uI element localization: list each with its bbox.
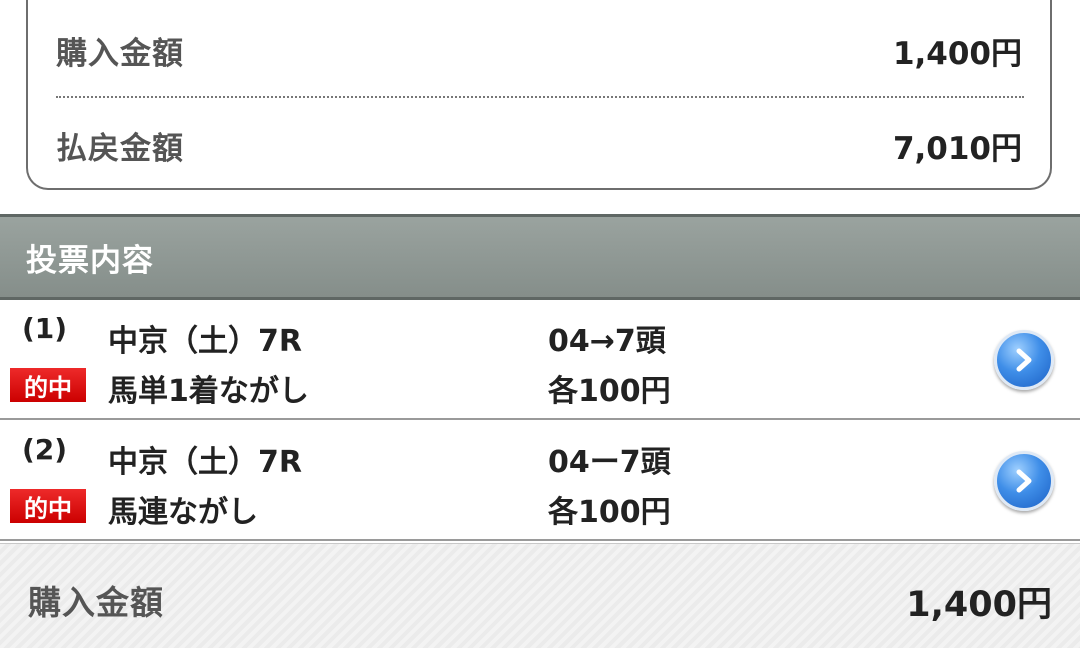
dotted-divider [56, 96, 1024, 98]
bet-type: 馬単1着ながし [108, 374, 309, 409]
detail-button[interactable] [994, 451, 1054, 511]
footer-total-bar: 購入金額 1,400円 [0, 543, 1080, 648]
purchase-amount-row: 購入金額 1,400円 [56, 20, 1022, 80]
bet-combination: 04→7頭 [548, 324, 666, 359]
bet-contents-header: 投票内容 [0, 214, 1080, 300]
purchase-amount-value: 1,400円 [892, 35, 1022, 72]
payout-amount-value: 7,010円 [892, 130, 1022, 167]
footer-purchase-label: 購入金額 [28, 583, 164, 622]
section-title: 投票内容 [26, 242, 154, 279]
race-name: 中京（土）7R [108, 324, 302, 359]
summary-card: 購入金額 1,400円 払戻金額 7,010円 [26, 0, 1052, 190]
bet-combination: 04ー7頭 [548, 445, 671, 480]
bet-type: 馬連ながし [108, 495, 258, 530]
chevron-right-icon [1016, 469, 1032, 493]
hit-badge: 的中 [10, 489, 86, 523]
bet-number: (2) [22, 433, 68, 466]
payout-amount-row: 払戻金額 7,010円 [56, 115, 1022, 175]
bet-amount: 各100円 [548, 495, 671, 530]
race-name: 中京（土）7R [108, 445, 302, 480]
payout-amount-label: 払戻金額 [56, 130, 184, 167]
chevron-right-icon [1016, 348, 1032, 372]
purchase-amount-label: 購入金額 [56, 35, 184, 72]
bet-list-item[interactable]: (2) 的中 中京（土）7R 馬連ながし 04ー7頭 各100円 [0, 421, 1080, 541]
bet-list-item[interactable]: (1) 的中 中京（土）7R 馬単1着ながし 04→7頭 各100円 [0, 300, 1080, 420]
hit-badge: 的中 [10, 368, 86, 402]
bet-amount: 各100円 [548, 374, 671, 409]
detail-button[interactable] [994, 330, 1054, 390]
bet-number: (1) [22, 312, 68, 345]
footer-purchase-value: 1,400円 [906, 585, 1052, 625]
